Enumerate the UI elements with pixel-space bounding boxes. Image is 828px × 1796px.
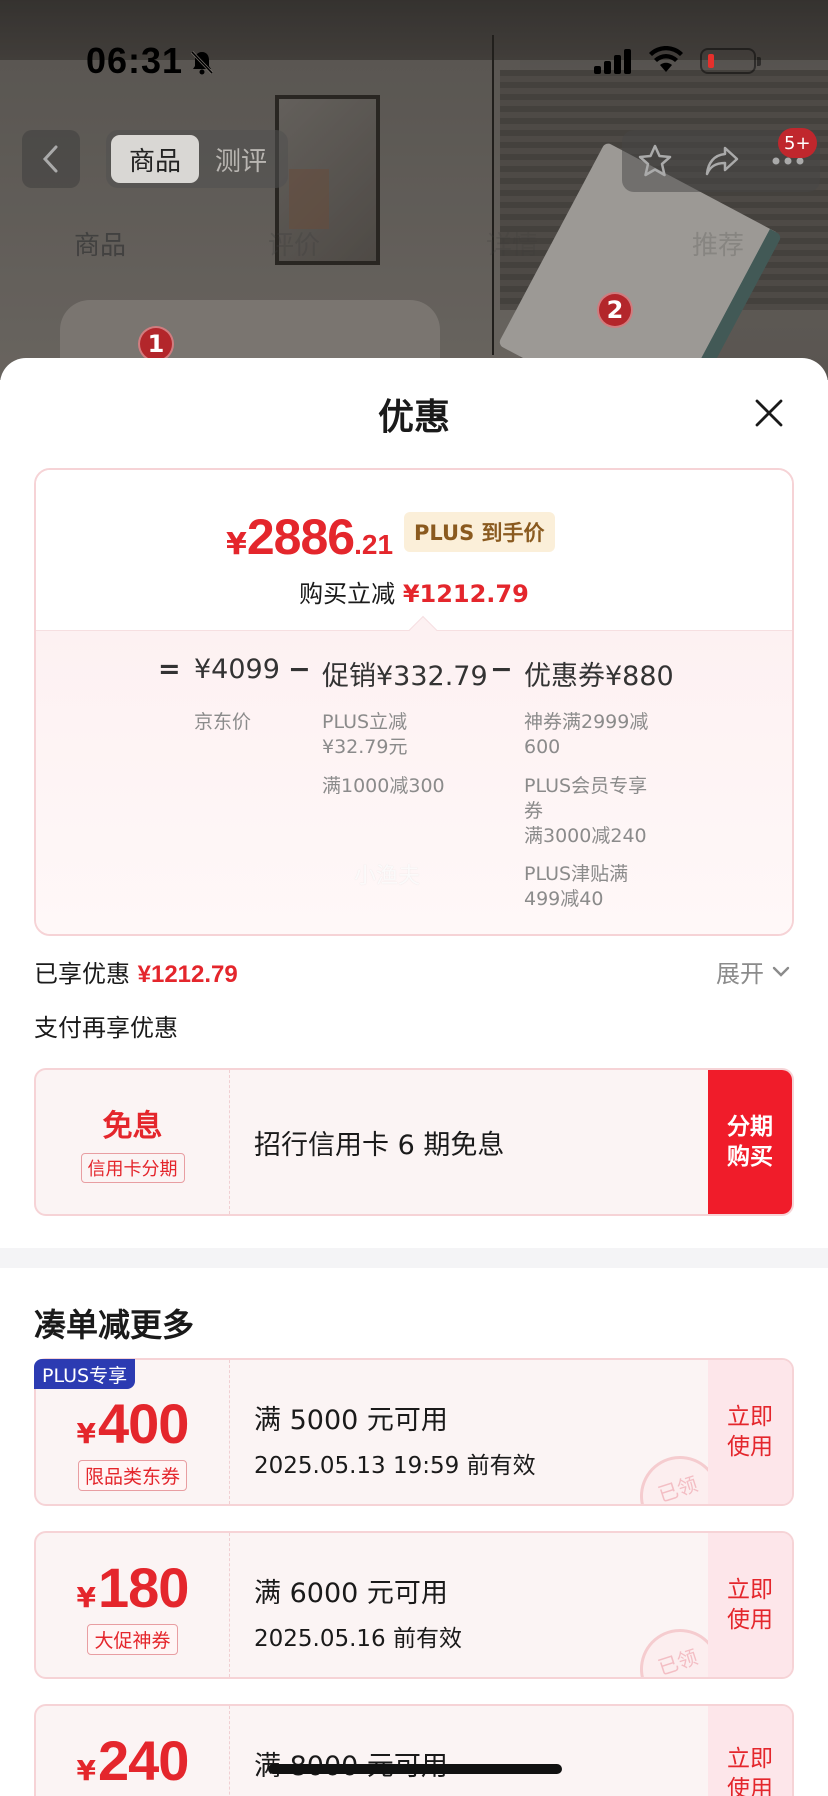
coupon-currency: ¥: [76, 1417, 97, 1450]
formula-equals: =: [158, 654, 181, 685]
coupon-condition: 满 5000 元可用: [254, 1405, 448, 1436]
sheet-title: 优惠: [377, 397, 450, 438]
formula-minus-1: −: [288, 654, 311, 685]
final-price: ¥ 2886 .21: [226, 508, 393, 566]
coupon-amount: ¥ 240: [76, 1728, 190, 1793]
discount-sheet: 优惠 ¥ 2886 .21 PLUS 到手价 购买立减 ¥1212.79 = ¥…: [0, 358, 828, 1796]
status-time: 06:31: [86, 40, 184, 81]
price-summary: ¥ 2886 .21 PLUS 到手价 购买立减 ¥1212.79: [36, 470, 792, 630]
chevron-down-icon: [772, 966, 790, 977]
expand-label: 展开: [716, 960, 764, 988]
formula-base-label: 京东价: [194, 711, 252, 733]
coupon-currency: ¥: [76, 1754, 97, 1787]
coupon-value: ¥ 240: [36, 1706, 230, 1796]
pay-more-title: 支付再享优惠: [34, 1014, 178, 1042]
section-divider: [0, 1248, 828, 1268]
message-badge: 5+: [778, 128, 817, 158]
wifi-icon: [649, 46, 683, 72]
coupon-card[interactable]: ¥ 180 大促神券 满 6000 元可用 2025.05.16 前有效 已领 …: [34, 1531, 794, 1679]
coupon-card[interactable]: ¥ 400 限品类东券 满 5000 元可用 2025.05.13 19:59 …: [34, 1358, 794, 1506]
coupon-note-2: PLUS会员专享 券 满3000减240: [524, 775, 648, 847]
credit-installment-tag: 信用卡分期: [80, 1153, 185, 1183]
promo-note-threshold: 满1000减300: [322, 775, 445, 797]
cellular-signal-icon: [594, 46, 631, 74]
formula-minus-2: −: [490, 654, 513, 685]
close-icon[interactable]: [752, 396, 786, 430]
bundle-title: 凑单减更多: [34, 1306, 195, 1344]
battery-icon: [700, 48, 761, 74]
coupon-amount: ¥ 400: [76, 1391, 190, 1456]
enjoyed-label: 已享优惠: [34, 960, 130, 988]
interest-free-label: 免息: [102, 1109, 163, 1144]
price-breakdown-card: ¥ 2886 .21 PLUS 到手价 购买立减 ¥1212.79 = ¥409…: [34, 468, 794, 936]
coupon-value: ¥ 180 大促神券: [36, 1533, 230, 1677]
reduce-line: 购买立减 ¥1212.79: [36, 574, 792, 609]
star-icon[interactable]: [637, 143, 673, 179]
plus-price-tag: PLUS 到手价: [404, 512, 555, 552]
status-bar: 06:31: [0, 0, 828, 120]
tab-review[interactable]: 测评: [199, 135, 283, 183]
use-now-button[interactable]: 立即 使用: [708, 1533, 792, 1677]
coupon-note-1: 神券满2999减 600: [524, 711, 649, 758]
bell-muted-icon: [190, 50, 214, 75]
expand-button[interactable]: 展开: [716, 954, 790, 989]
tab-product[interactable]: 商品: [111, 135, 199, 183]
coupon-tag: 限品类东券: [77, 1460, 187, 1491]
plus-exclusive-badge: PLUS专享: [34, 1359, 136, 1389]
enjoyed-value: ¥1212.79: [137, 961, 238, 988]
hotspot-marker-2[interactable]: 2: [597, 292, 633, 328]
price-currency: ¥: [226, 527, 247, 562]
subtab-product[interactable]: 商品: [74, 225, 126, 262]
coupon-validity: 2025.05.16 前有效: [254, 1626, 462, 1652]
formula-promo: 促销¥332.79: [322, 661, 488, 692]
use-now-button[interactable]: 立即 使用: [708, 1706, 792, 1796]
back-button[interactable]: [22, 130, 80, 188]
use-now-button[interactable]: 立即 使用: [708, 1360, 792, 1504]
chevron-left-icon: [42, 145, 58, 173]
home-indicator[interactable]: [268, 1764, 562, 1774]
price-integer: 2886: [246, 509, 355, 565]
installment-description: 招行信用卡 6 期免息: [254, 1129, 505, 1161]
coupon-number: 400: [98, 1392, 189, 1455]
subtab-reviews[interactable]: 评价: [268, 225, 320, 262]
installment-card[interactable]: 免息 信用卡分期 招行信用卡 6 期免息 分期 购买: [34, 1068, 794, 1216]
formula-coupon: 优惠券¥880: [524, 661, 674, 692]
watermark: 小渔夫: [354, 864, 421, 889]
reduce-label: 购买立减: [299, 580, 396, 608]
formula-base-price: ¥4099: [194, 654, 280, 685]
coupon-card[interactable]: ¥ 240 满 8000 元可用 立即 使用: [34, 1704, 794, 1796]
reduce-value: ¥1212.79: [402, 580, 529, 608]
coupon-number: 240: [98, 1729, 189, 1792]
hotspot-marker-1[interactable]: 1: [138, 326, 174, 362]
coupon-condition: 满 6000 元可用: [254, 1578, 448, 1609]
nav-segment-control: 商品 测评: [106, 130, 288, 188]
coupon-number: 180: [98, 1556, 189, 1619]
installment-buy-button[interactable]: 分期 购买: [708, 1070, 792, 1214]
subtab-recommend[interactable]: 推荐: [692, 225, 744, 262]
coupon-tag: 大促神券: [87, 1624, 178, 1655]
coupon-validity: 2025.05.13 19:59 前有效: [254, 1453, 536, 1479]
coupon-currency: ¥: [76, 1581, 97, 1614]
price-decimal: .21: [354, 529, 394, 560]
installment-badge: 免息 信用卡分期: [36, 1070, 230, 1214]
enjoyed-discount: 已享优惠 ¥1212.79: [34, 954, 238, 989]
share-icon[interactable]: [703, 144, 741, 178]
coupon-amount: ¥ 180: [76, 1555, 190, 1620]
promo-note-plus: PLUS立减 ¥32.79元: [322, 711, 408, 758]
subtab-details[interactable]: 详情: [486, 225, 538, 262]
coupon-note-3: PLUS津贴满 499减40: [524, 863, 629, 910]
